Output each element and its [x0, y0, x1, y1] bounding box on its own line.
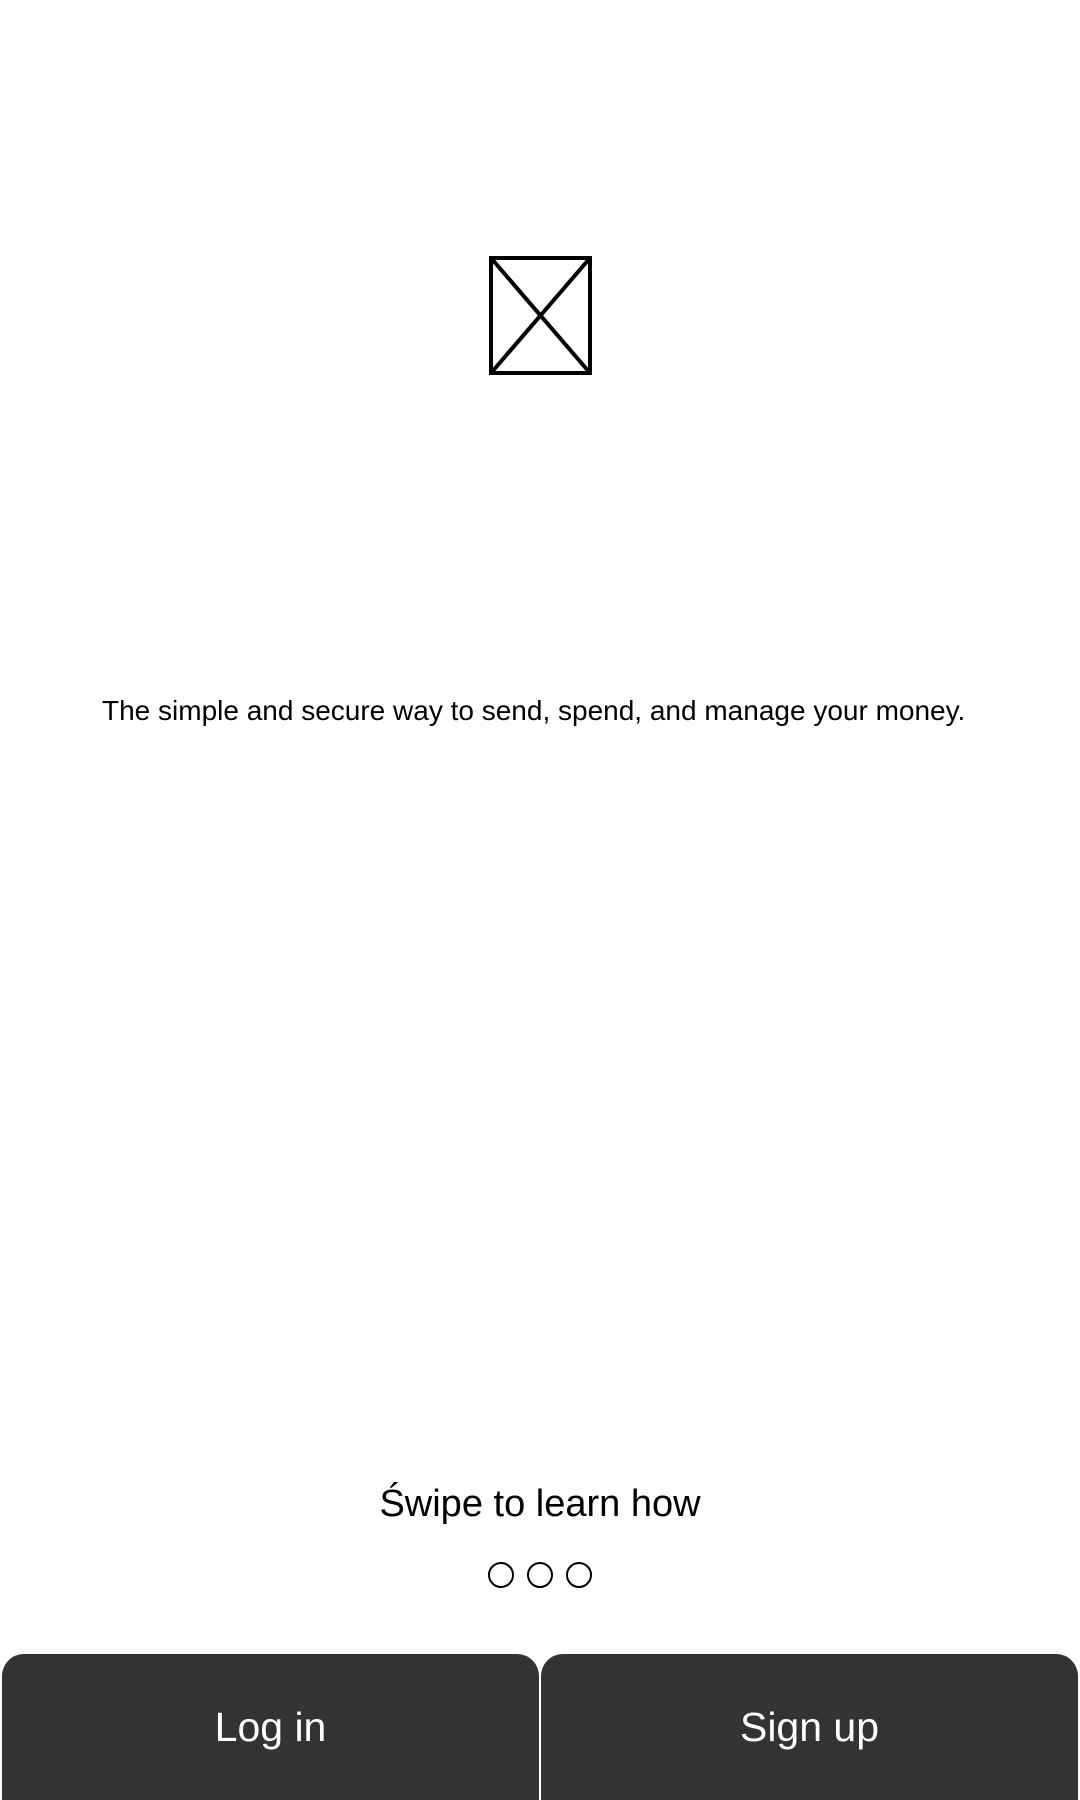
- onboarding-screen: The simple and secure way to send, spend…: [0, 0, 1080, 1800]
- swipe-hint-text: Świpe to learn how: [379, 1483, 701, 1525]
- tagline-text: The simple and secure way to send, spend…: [102, 695, 966, 726]
- page-indicator-dot[interactable]: [566, 1562, 592, 1588]
- login-button[interactable]: Log in: [2, 1654, 539, 1800]
- page-indicator-dot[interactable]: [527, 1562, 553, 1588]
- signup-button[interactable]: Sign up: [541, 1654, 1078, 1800]
- hero-image: [489, 256, 592, 375]
- page-indicator[interactable]: [0, 1562, 1080, 1592]
- image-placeholder-icon: [489, 256, 592, 375]
- page-indicator-dot[interactable]: [488, 1562, 514, 1588]
